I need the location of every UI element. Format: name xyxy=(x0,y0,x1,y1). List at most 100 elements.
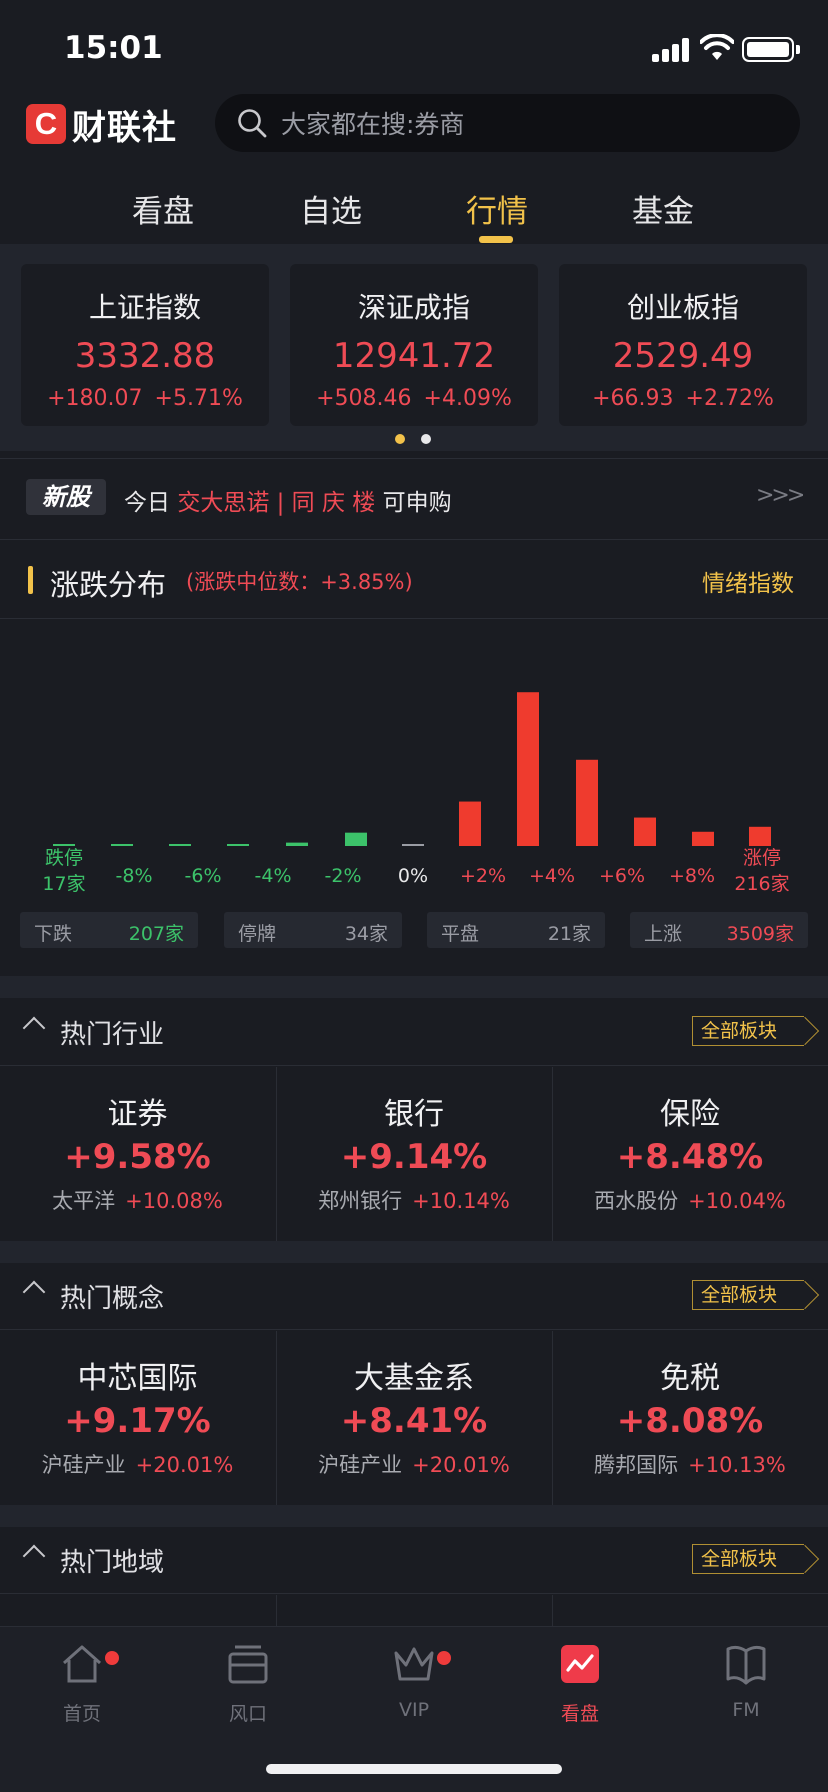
new-stock-text: 今日 交大思诺 | 同 庆 楼 可申购 xyxy=(124,483,452,517)
section-title: 热门行业 xyxy=(60,1020,165,1050)
section-marker xyxy=(28,566,33,594)
concept-cell[interactable]: 免税 +8.08% 腾邦国际 +10.13% xyxy=(552,1331,827,1507)
index-change-points: +66.93 xyxy=(592,386,674,411)
top-tabs: 看盘 自选 行情 基金 xyxy=(0,186,828,242)
nav-home[interactable]: 首页 xyxy=(22,1641,142,1731)
concept-cell[interactable]: 中芯国际 +9.17% 沪硅产业 +20.01% xyxy=(0,1331,275,1507)
stat-value: 207家 xyxy=(128,923,184,945)
stat-label: 平盘 xyxy=(441,923,480,945)
section-title: 热门地域 xyxy=(60,1548,165,1578)
chart-tick-label: 17家 xyxy=(42,873,85,895)
chart-tick-label: -8% xyxy=(116,865,153,887)
chart-tick-label: -6% xyxy=(185,865,222,887)
index-change-pct: +4.09% xyxy=(423,386,512,411)
leader-pct: +20.01% xyxy=(135,1453,234,1477)
all-sectors-button[interactable]: 全部板块 xyxy=(692,1280,804,1310)
distribution-bar xyxy=(402,844,424,846)
stat-label: 上涨 xyxy=(644,923,683,945)
tab-jijin[interactable]: 基金 xyxy=(632,186,694,231)
distribution-bar xyxy=(576,759,598,846)
search-input[interactable]: 大家都在搜:券商 xyxy=(281,105,464,141)
index-card-shanghai[interactable]: 上证指数 3332.88 +180.07 +5.71% xyxy=(21,264,269,426)
battery-icon xyxy=(742,37,794,62)
stat-label: 停牌 xyxy=(238,923,277,945)
leader-name: 太平洋 xyxy=(52,1189,116,1213)
signal-icon xyxy=(652,38,692,62)
status-bar: 15:01 xyxy=(0,0,828,90)
stat-value: 21家 xyxy=(547,923,591,945)
nav-fm[interactable]: FM xyxy=(686,1641,806,1731)
nav-kanpan[interactable]: 看盘 xyxy=(520,1641,640,1731)
divider xyxy=(0,618,828,619)
concept-cell[interactable]: 大基金系 +8.41% 沪硅产业 +20.01% xyxy=(276,1331,551,1507)
tab-hangqing[interactable]: 行情 xyxy=(466,186,528,231)
section-gap xyxy=(0,1505,828,1527)
hot-industry-grid: 证券 +9.58% 太平洋 +10.08% 银行 +9.14% 郑州银行 +10.1… xyxy=(0,1067,828,1243)
page-dot-active[interactable] xyxy=(395,434,405,444)
chart-tick-label: +6% xyxy=(599,865,645,887)
new-stock-badge: 新股 xyxy=(26,479,106,515)
index-name: 创业板指 xyxy=(626,291,739,324)
sector-pct: +8.08% xyxy=(616,1401,764,1441)
all-sectors-button[interactable]: 全部板块 xyxy=(692,1544,804,1574)
nav-label: FM xyxy=(732,1699,760,1721)
chart-icon xyxy=(561,1645,599,1683)
crown-icon xyxy=(394,1647,434,1681)
chart-tick-label: 跌停 xyxy=(45,847,83,869)
leader-pct: +10.08% xyxy=(125,1189,223,1213)
collapse-caret-icon[interactable] xyxy=(22,1280,46,1304)
search-icon xyxy=(238,109,267,138)
sector-name: 保险 xyxy=(660,1097,720,1132)
tab-zixuan[interactable]: 自选 xyxy=(300,186,362,231)
tab-kanpan[interactable]: 看盘 xyxy=(132,186,194,231)
all-sectors-button[interactable]: 全部板块 xyxy=(692,1016,804,1046)
index-change-points: +508.46 xyxy=(316,386,412,411)
stat-suspended: 停牌 34家 xyxy=(224,912,402,948)
status-time: 15:01 xyxy=(64,30,163,66)
distribution-bar xyxy=(692,831,714,846)
section-gap xyxy=(0,976,828,998)
nav-fengkou[interactable]: 风口 xyxy=(188,1641,308,1731)
index-card-chinext[interactable]: 创业板指 2529.49 +66.93 +2.72% xyxy=(559,264,807,426)
mood-index-link[interactable]: 情绪指数 xyxy=(702,564,794,598)
sector-leader: 郑州银行 +10.14% xyxy=(277,1185,551,1215)
sector-name: 大基金系 xyxy=(354,1361,474,1396)
chevrons-right-icon[interactable]: >>> xyxy=(756,483,805,508)
nav-label: 首页 xyxy=(62,1703,101,1725)
distribution-bar xyxy=(111,844,133,846)
nav-label: 看盘 xyxy=(560,1703,599,1725)
distribution-chart-svg: 跌停 17家 -8% -6% -4% -2% 0% +2% +4% +6% +8% 涨停 216家 xyxy=(42,692,790,895)
index-name: 深证成指 xyxy=(357,291,470,324)
new-stock-names[interactable]: 交大思诺 | 同 庆 楼 xyxy=(177,490,375,516)
leader-name: 腾邦国际 xyxy=(594,1453,679,1477)
page-dot[interactable] xyxy=(421,434,431,444)
sector-name: 中芯国际 xyxy=(77,1361,198,1396)
chart-tick-label: +8% xyxy=(669,865,715,887)
search-bar[interactable]: 大家都在搜:券商 xyxy=(215,94,800,152)
chart-tick-label: 0% xyxy=(398,865,428,887)
sector-name: 银行 xyxy=(384,1097,444,1132)
hot-industry-header[interactable]: 热门行业 全部板块 xyxy=(0,998,828,1066)
industry-cell[interactable]: 银行 +9.14% 郑州银行 +10.14% xyxy=(276,1067,551,1243)
index-card-shenzhen[interactable]: 深证成指 12941.72 +508.46 +4.09% xyxy=(290,264,538,426)
nav-vip[interactable]: VIP xyxy=(354,1641,474,1731)
distribution-bar xyxy=(517,692,539,846)
app-logo[interactable]: C 财联社 xyxy=(26,102,177,148)
industry-cell[interactable]: 证券 +9.58% 太平洋 +10.08% xyxy=(0,1067,275,1243)
logo-text: 财联社 xyxy=(72,107,177,148)
collapse-caret-icon[interactable] xyxy=(22,1016,46,1040)
distribution-bar xyxy=(53,844,75,846)
leader-name: 沪硅产业 xyxy=(41,1453,126,1477)
battery-tip xyxy=(796,45,800,54)
sector-pct: +9.17% xyxy=(64,1401,211,1441)
index-change-pct: +5.71% xyxy=(154,386,243,411)
stat-label: 下跌 xyxy=(34,923,73,945)
stat-value: 3509家 xyxy=(726,923,794,945)
new-stock-suffix: 可申购 xyxy=(382,490,452,516)
industry-cell[interactable]: 保险 +8.48% 西水股份 +10.04% xyxy=(552,1067,827,1243)
hot-concept-header[interactable]: 热门概念 全部板块 xyxy=(0,1262,828,1330)
collapse-caret-icon[interactable] xyxy=(22,1544,46,1568)
new-stock-row[interactable]: 新股 今日 交大思诺 | 同 庆 楼 可申购 >>> xyxy=(0,458,828,540)
chart-tick-label: -4% xyxy=(255,865,292,887)
hot-region-header[interactable]: 热门地域 全部板块 xyxy=(0,1526,828,1594)
